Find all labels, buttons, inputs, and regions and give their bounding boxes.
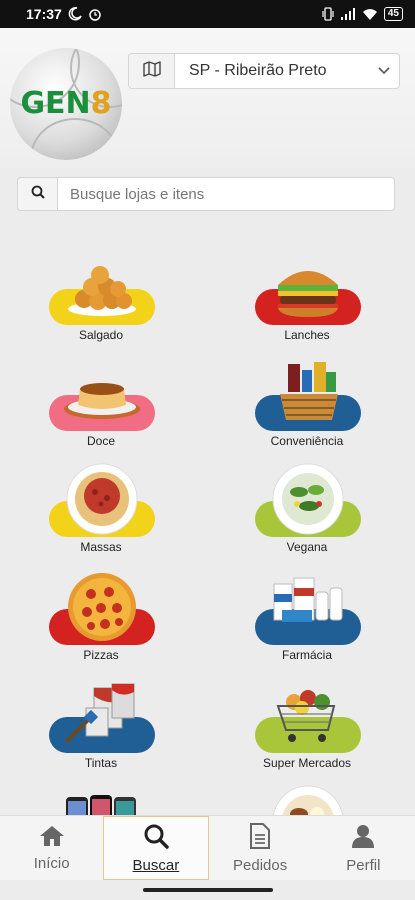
category-eletronicos[interactable] (26, 786, 176, 815)
nav-inicio[interactable]: Início (0, 816, 103, 880)
nav-label: Pedidos (233, 856, 288, 874)
battery-icon: 45 (383, 7, 403, 21)
logo-text: GEN (20, 86, 91, 121)
category-label: Conveniência (270, 434, 344, 448)
category-tintas[interactable]: Tintas (26, 680, 176, 780)
tintas-image (62, 680, 142, 750)
farmacia-image (268, 572, 348, 642)
system-gesture-bar (0, 880, 415, 900)
category-label: Lanches (284, 328, 330, 342)
pizzas-image (62, 572, 142, 642)
search-button[interactable] (18, 178, 58, 210)
document-icon (249, 822, 271, 853)
city-select-value: SP - Ribeirão Preto (189, 62, 327, 79)
nav-buscar[interactable]: Buscar (103, 816, 209, 880)
category-refeicoes[interactable] (232, 785, 382, 815)
moon-icon (68, 7, 82, 21)
category-pizzas[interactable]: Pizzas (26, 572, 176, 672)
map-icon (142, 60, 161, 82)
home-icon (39, 825, 65, 851)
category-grid: Salgado Lanches Doce Conveniência Massas… (0, 240, 415, 815)
bottom-navigation: Início Buscar Pedidos Perfil (0, 815, 415, 880)
category-label: Super Mercados (262, 756, 352, 770)
status-bar: 17:37 45 (0, 0, 415, 28)
search-icon (31, 185, 45, 204)
category-label: Pizzas (83, 648, 119, 662)
category-lanches[interactable]: Lanches (232, 252, 382, 352)
nav-perfil[interactable]: Perfil (312, 816, 415, 880)
alarm-icon (88, 7, 102, 21)
search-bar (17, 177, 395, 211)
massas-image (62, 463, 142, 535)
nav-pedidos[interactable]: Pedidos (209, 816, 312, 880)
header: GEN8 SP - Ribeirão Preto (0, 28, 415, 168)
category-label: Massas (80, 540, 122, 554)
logo[interactable]: GEN8 (10, 48, 122, 160)
nav-label: Buscar (132, 856, 180, 874)
nav-label: Perfil (346, 856, 381, 874)
category-vegana[interactable]: Vegana (232, 463, 382, 564)
phones-image (62, 786, 142, 815)
search-input[interactable] (58, 178, 394, 210)
map-button[interactable] (129, 54, 175, 88)
plate-image (268, 785, 348, 815)
category-massas[interactable]: Massas (26, 463, 176, 564)
category-label: Doce (86, 434, 115, 448)
search-icon (143, 823, 169, 853)
category-doce[interactable]: Doce (26, 358, 176, 458)
salgado-image (62, 252, 142, 322)
signal-icon (340, 7, 356, 21)
vegana-image (268, 463, 348, 535)
city-select[interactable]: SP - Ribeirão Preto (128, 53, 400, 89)
category-salgado[interactable]: Salgado (26, 252, 176, 352)
category-label: Farmácia (281, 648, 332, 662)
category-farmacia[interactable]: Farmácia (232, 572, 382, 672)
home-indicator[interactable] (142, 888, 273, 892)
category-label: Tintas (84, 756, 118, 770)
category-super-mercados[interactable]: Super Mercados (232, 680, 382, 780)
category-label: Salgado (78, 328, 124, 342)
lanches-image (268, 252, 348, 322)
category-label: Vegana (286, 540, 328, 554)
status-time: 17:37 (26, 6, 62, 22)
user-icon (351, 823, 375, 853)
conveniencia-image (268, 358, 348, 428)
doce-image (62, 358, 142, 428)
vibrate-icon (322, 7, 334, 21)
category-conveniencia[interactable]: Conveniência (232, 358, 382, 458)
logo-eight: 8 (90, 86, 112, 121)
nav-label: Início (33, 854, 70, 872)
chevron-down-icon (369, 67, 399, 75)
super-mercados-image (268, 680, 348, 750)
wifi-icon (362, 7, 378, 21)
